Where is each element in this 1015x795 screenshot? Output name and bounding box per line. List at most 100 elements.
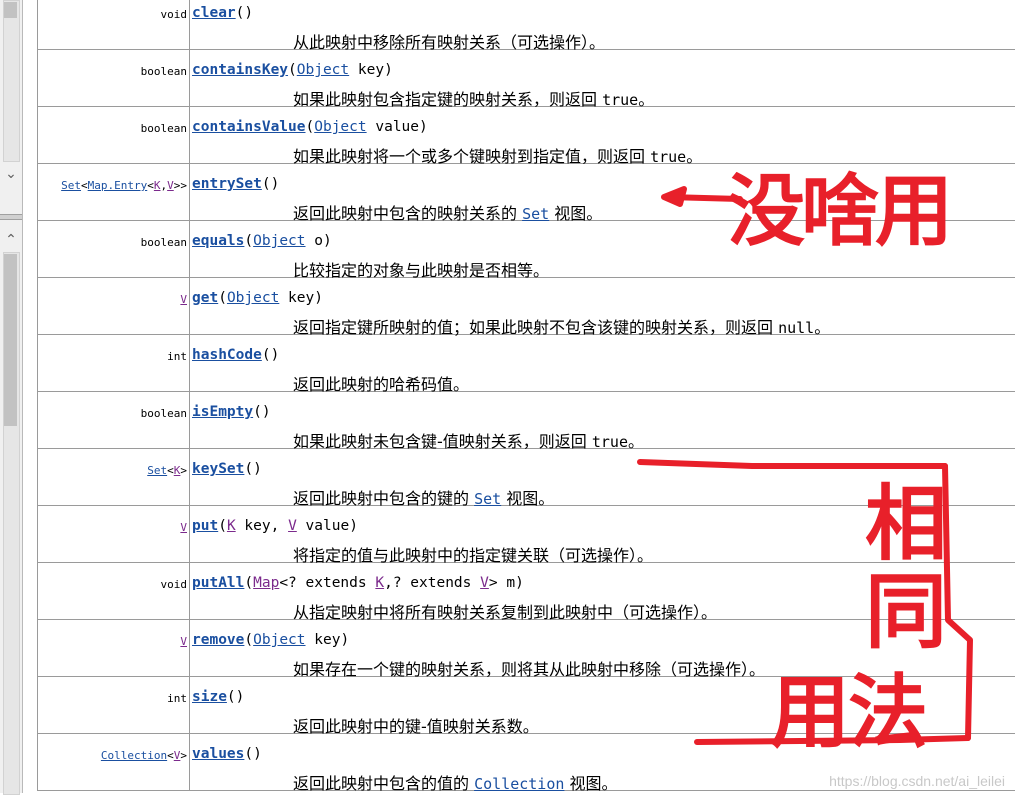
- param-type-link[interactable]: Object: [253, 233, 305, 249]
- type-link[interactable]: V: [180, 521, 187, 534]
- param-type-link[interactable]: Object: [253, 632, 305, 648]
- table-row: inthashCode()返回此映射的哈希码值。: [38, 335, 1015, 392]
- method-signature: entrySet(): [192, 176, 1015, 194]
- description-text: 如果此映射包含指定键的映射关系，则返回: [293, 90, 602, 109]
- type-link[interactable]: Collection: [101, 749, 167, 762]
- return-type: boolean: [141, 407, 187, 420]
- paren: (: [288, 62, 297, 78]
- param-text: key: [306, 632, 341, 648]
- method-name-link[interactable]: get: [192, 290, 218, 306]
- method-name-link[interactable]: remove: [192, 632, 244, 648]
- description-text: 如果此映射将一个或多个键映射到指定值，则返回: [293, 147, 650, 166]
- method-description: 从此映射中移除所有映射关系（可选操作）。: [192, 29, 1015, 49]
- method-signature: get(Object key): [192, 290, 1015, 308]
- type-cell: boolean: [38, 50, 190, 107]
- member-cell: keySet()返回此映射中包含的键的 Set 视图。: [190, 449, 1015, 506]
- param-type-link[interactable]: Object: [297, 62, 349, 78]
- method-name-link[interactable]: hashCode: [192, 347, 262, 363]
- paren: ): [271, 176, 280, 192]
- type-cell: boolean: [38, 392, 190, 449]
- method-signature: keySet(): [192, 461, 1015, 479]
- type-link[interactable]: Set: [147, 464, 167, 477]
- param-type-link[interactable]: Object: [227, 290, 279, 306]
- description-text: 比较指定的对象与此映射是否相等。: [293, 261, 549, 280]
- method-name-link[interactable]: values: [192, 746, 244, 762]
- table-row: Vget(Object key) 返回指定键所映射的值；如果此映射不包含该键的映射…: [38, 278, 1015, 335]
- paren: ): [236, 689, 245, 705]
- description-code: true: [602, 91, 638, 109]
- table-row: Set<K>keySet()返回此映射中包含的键的 Set 视图。: [38, 449, 1015, 506]
- table-row: booleanisEmpty()如果此映射未包含键-值映射关系，则返回 true…: [38, 392, 1015, 449]
- method-signature: putAll(Map<? extends K,? extends V> m): [192, 575, 1015, 593]
- lower-scrollbar-thumb[interactable]: [4, 254, 17, 426]
- paren: (: [262, 347, 271, 363]
- type-cell: V: [38, 278, 190, 335]
- description-link[interactable]: Set: [474, 490, 501, 508]
- paren: (: [218, 290, 227, 306]
- type-link[interactable]: V: [167, 179, 174, 192]
- return-type: Set<Map.Entry<K,V>>: [61, 179, 187, 192]
- method-name-link[interactable]: size: [192, 689, 227, 705]
- member-cell: entrySet()返回此映射中包含的映射关系的 Set 视图。: [190, 164, 1015, 221]
- method-name-link[interactable]: entrySet: [192, 176, 262, 192]
- method-name-link[interactable]: put: [192, 518, 218, 534]
- paren: (: [244, 575, 253, 591]
- type-link[interactable]: Set: [61, 179, 81, 192]
- scroll-down-arrow-icon[interactable]: ⌄: [3, 166, 19, 182]
- type-link[interactable]: K: [154, 179, 161, 192]
- method-name-link[interactable]: equals: [192, 233, 244, 249]
- table-row: booleancontainsKey(Object key)如果此映射包含指定键…: [38, 50, 1015, 107]
- frame-splitter[interactable]: [0, 214, 22, 220]
- description-text: 。: [814, 318, 830, 337]
- method-description: 如果此映射未包含键-值映射关系，则返回 true。: [192, 428, 1015, 448]
- type-cell: boolean: [38, 107, 190, 164]
- return-type: int: [167, 692, 187, 705]
- paren: (: [227, 689, 236, 705]
- param-type-link[interactable]: Object: [314, 119, 366, 135]
- description-text: 返回此映射中的键-值映射关系数。: [293, 717, 539, 736]
- paren: ): [349, 518, 358, 534]
- type-cell: void: [38, 563, 190, 620]
- param-type-link[interactable]: V: [480, 575, 489, 591]
- description-link[interactable]: Collection: [474, 775, 564, 793]
- type-link[interactable]: V: [180, 293, 187, 306]
- paren: ): [253, 461, 262, 477]
- description-code: true: [650, 148, 686, 166]
- type-link[interactable]: Map.Entry: [88, 179, 148, 192]
- type-cell: void: [38, 0, 190, 50]
- paren: ): [244, 5, 253, 21]
- description-text: 返回此映射的哈希码值。: [293, 375, 469, 394]
- method-name-link[interactable]: isEmpty: [192, 404, 253, 420]
- return-type: boolean: [141, 65, 187, 78]
- description-link[interactable]: Set: [522, 205, 549, 223]
- paren: ): [515, 575, 524, 591]
- member-cell: hashCode()返回此映射的哈希码值。: [190, 335, 1015, 392]
- param-type-link[interactable]: V: [288, 518, 297, 534]
- method-description: 如果存在一个键的映射关系，则将其从此映射中移除（可选操作）。: [192, 656, 1015, 676]
- method-name-link[interactable]: clear: [192, 5, 236, 21]
- upper-scrollbar-thumb[interactable]: [4, 2, 17, 18]
- scroll-up-arrow-icon[interactable]: ⌃: [3, 232, 19, 248]
- type-cell: Set<Map.Entry<K,V>>: [38, 164, 190, 221]
- upper-scrollbar-track[interactable]: [3, 0, 20, 162]
- table-row: booleancontainsValue(Object value)如果此映射将…: [38, 107, 1015, 164]
- method-name-link[interactable]: containsKey: [192, 62, 288, 78]
- method-description: 如果此映射将一个或多个键映射到指定值，则返回 true。: [192, 143, 1015, 163]
- method-description: 将指定的值与此映射中的指定键关联（可选操作）。: [192, 542, 1015, 562]
- param-type-link[interactable]: K: [227, 518, 236, 534]
- paren: ): [384, 62, 393, 78]
- method-name-link[interactable]: containsValue: [192, 119, 306, 135]
- method-name-link[interactable]: keySet: [192, 461, 244, 477]
- type-link[interactable]: V: [180, 635, 187, 648]
- description-code: null: [778, 319, 814, 337]
- method-signature: values(): [192, 746, 1015, 764]
- param-type-link[interactable]: Map: [253, 575, 279, 591]
- method-name-link[interactable]: putAll: [192, 575, 244, 591]
- description-code: true: [592, 433, 628, 451]
- param-type-link[interactable]: K: [375, 575, 384, 591]
- method-description: 返回指定键所映射的值；如果此映射不包含该键的映射关系，则返回 null。: [192, 314, 1015, 334]
- return-type: void: [161, 578, 188, 591]
- type-punct: <: [167, 749, 174, 762]
- paren: ): [340, 632, 349, 648]
- method-description: 返回此映射的哈希码值。: [192, 371, 1015, 391]
